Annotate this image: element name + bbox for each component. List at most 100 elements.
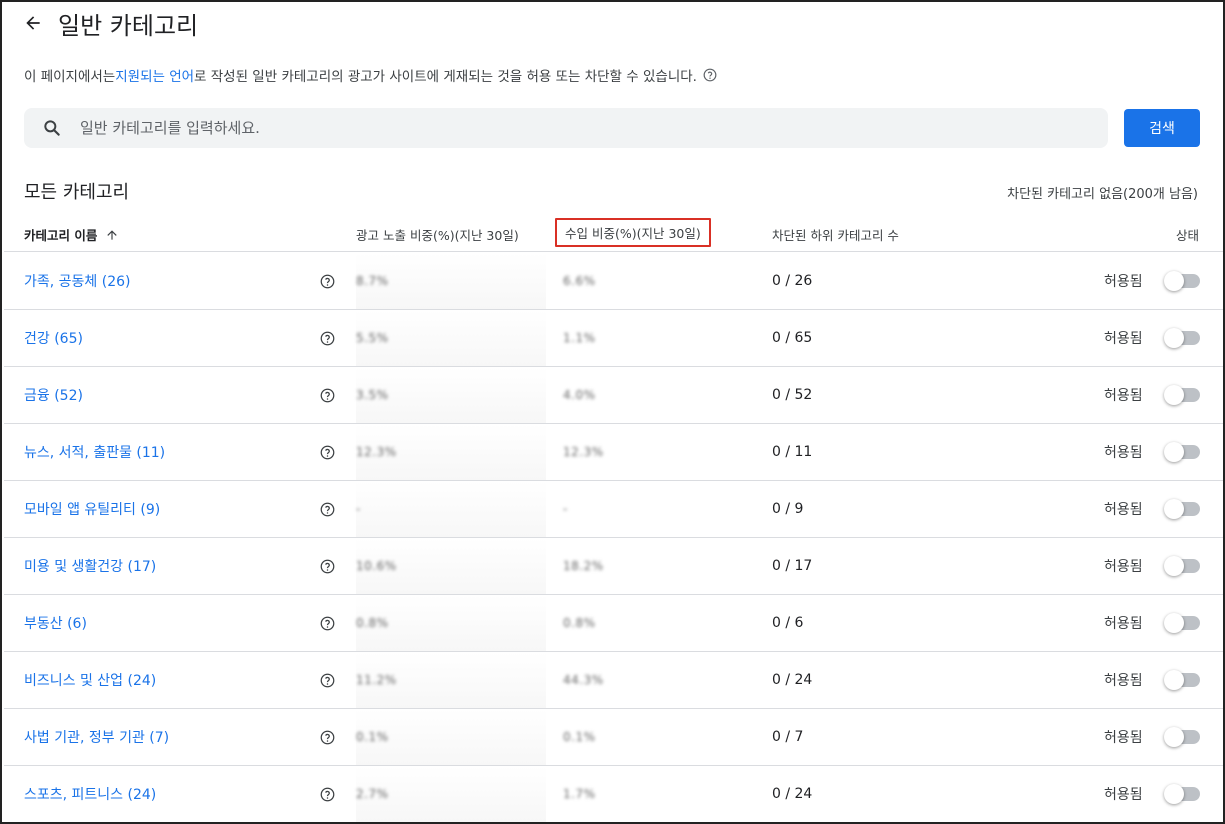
arrow-up-icon[interactable] xyxy=(105,228,119,242)
impression-share-value: 12.3% xyxy=(356,445,397,459)
toggle-knob xyxy=(1164,385,1184,405)
table-row: 부동산 (6) 0.8% 0.8% 0 / 6 허용됨 xyxy=(4,595,1223,652)
help-icon[interactable] xyxy=(320,595,335,651)
help-icon[interactable] xyxy=(320,424,335,480)
category-name-link[interactable]: 사법 기관, 정부 기관 (7) xyxy=(24,709,169,765)
toggle-knob xyxy=(1164,442,1184,462)
category-name-link[interactable]: 가족, 공동체 (26) xyxy=(24,253,131,309)
help-icon[interactable] xyxy=(320,253,335,309)
revenue-share: 6.6% xyxy=(563,253,743,309)
supported-languages-link[interactable]: 지원되는 언어 xyxy=(115,65,194,85)
help-icon[interactable] xyxy=(320,538,335,594)
blocked-subcategory-count: 0 / 17 xyxy=(772,558,813,574)
category-name-link[interactable]: 부동산 (6) xyxy=(24,595,87,651)
impression-share: 12.3% xyxy=(356,424,546,480)
status-label: 허용됨 xyxy=(1104,673,1143,689)
impression-share: 8.7% xyxy=(356,253,546,309)
status-label: 허용됨 xyxy=(1104,331,1143,347)
page-header: 일반 카테고리 xyxy=(22,6,198,40)
toggle-knob xyxy=(1164,499,1184,519)
status-label: 허용됨 xyxy=(1104,388,1143,404)
revenue-share: 0.1% xyxy=(563,709,743,765)
impression-share-value: 8.7% xyxy=(356,274,389,288)
table-row: 사법 기관, 정부 기관 (7) 0.1% 0.1% 0 / 7 허용됨 xyxy=(4,709,1223,766)
status-label: 허용됨 xyxy=(1104,730,1143,746)
column-header-revenue[interactable]: 수입 비중(%)(지난 30일) xyxy=(555,218,711,247)
help-icon[interactable] xyxy=(320,766,335,822)
status-label: 허용됨 xyxy=(1104,445,1143,461)
allow-toggle[interactable] xyxy=(1164,784,1200,804)
status-label: 허용됨 xyxy=(1104,787,1143,803)
allow-toggle[interactable] xyxy=(1164,499,1200,519)
impression-share-value: 3.5% xyxy=(356,388,389,402)
revenue-share: - xyxy=(563,481,743,537)
allow-toggle[interactable] xyxy=(1164,271,1200,291)
impression-share-value: 10.6% xyxy=(356,559,397,573)
revenue-share-value: 6.6% xyxy=(563,274,596,288)
table-row: 건강 (65) 5.5% 1.1% 0 / 65 허용됨 xyxy=(4,310,1223,367)
column-header-name[interactable]: 카테고리 이름 xyxy=(24,225,119,244)
blocked-subcategory-count: 0 / 24 xyxy=(772,786,813,802)
revenue-share-value: 18.2% xyxy=(563,559,604,573)
toggle-knob xyxy=(1164,670,1184,690)
impression-share-value: 11.2% xyxy=(356,673,397,687)
allow-toggle[interactable] xyxy=(1164,328,1200,348)
blocked-subcategory-count: 0 / 26 xyxy=(772,273,813,289)
category-name-link[interactable]: 스포츠, 피트니스 (24) xyxy=(24,766,156,822)
allow-toggle[interactable] xyxy=(1164,727,1200,747)
blocked-subcategory-count: 0 / 6 xyxy=(772,615,804,631)
status-label: 허용됨 xyxy=(1104,559,1143,575)
toggle-knob xyxy=(1164,328,1184,348)
revenue-share: 44.3% xyxy=(563,652,743,708)
help-icon[interactable] xyxy=(320,310,335,366)
table-row: 뉴스, 서적, 출판물 (11) 12.3% 12.3% 0 / 11 허용됨 xyxy=(4,424,1223,481)
impression-share: 11.2% xyxy=(356,652,546,708)
allow-toggle[interactable] xyxy=(1164,670,1200,690)
toggle-knob xyxy=(1164,271,1184,291)
back-arrow-icon[interactable] xyxy=(22,12,44,34)
table-row: 미용 및 생활건강 (17) 10.6% 18.2% 0 / 17 허용됨 xyxy=(4,538,1223,595)
blocked-subcategory-count: 0 / 11 xyxy=(772,444,813,460)
category-name-link[interactable]: 뉴스, 서적, 출판물 (11) xyxy=(24,424,165,480)
toggle-knob xyxy=(1164,556,1184,576)
column-header-impressions[interactable]: 광고 노출 비중(%)(지난 30일) xyxy=(356,225,519,244)
table-row: 비즈니스 및 산업 (24) 11.2% 44.3% 0 / 24 허용됨 xyxy=(4,652,1223,709)
revenue-share: 0.8% xyxy=(563,595,743,651)
help-icon[interactable] xyxy=(320,481,335,537)
category-search-input[interactable] xyxy=(80,119,980,137)
help-icon[interactable] xyxy=(703,68,717,82)
help-icon[interactable] xyxy=(320,652,335,708)
category-name-link[interactable]: 금융 (52) xyxy=(24,367,83,423)
description-prefix: 이 페이지에서는 xyxy=(24,69,116,85)
allow-toggle[interactable] xyxy=(1164,385,1200,405)
category-name-link[interactable]: 미용 및 생활건강 (17) xyxy=(24,538,156,594)
allow-toggle[interactable] xyxy=(1164,613,1200,633)
category-name-link[interactable]: 건강 (65) xyxy=(24,310,83,366)
section-title: 모든 카테고리 xyxy=(24,182,130,203)
category-name-link[interactable]: 비즈니스 및 산업 (24) xyxy=(24,652,156,708)
impression-share: - xyxy=(356,481,546,537)
search-button[interactable]: 검색 xyxy=(1124,109,1200,147)
status-label: 허용됨 xyxy=(1104,274,1143,290)
revenue-share: 12.3% xyxy=(563,424,743,480)
help-icon[interactable] xyxy=(320,367,335,423)
revenue-share-value: 1.7% xyxy=(563,787,596,801)
impression-share: 3.5% xyxy=(356,367,546,423)
toggle-knob xyxy=(1164,784,1184,804)
revenue-share-value: 0.1% xyxy=(563,730,596,744)
column-header-blocked-subcategories[interactable]: 차단된 하위 카테고리 수 xyxy=(772,225,899,244)
blocked-subcategory-count: 0 / 52 xyxy=(772,387,813,403)
allow-toggle[interactable] xyxy=(1164,556,1200,576)
revenue-share-value: 44.3% xyxy=(563,673,604,687)
table-row: 모바일 앱 유틸리티 (9) - - 0 / 9 허용됨 xyxy=(4,481,1223,538)
page: 일반 카테고리 이 페이지에서는 지원되는 언어 로 작성된 일반 카테고리의 … xyxy=(0,0,1225,824)
blocked-subcategory-count: 0 / 9 xyxy=(772,501,804,517)
revenue-share-value: 12.3% xyxy=(563,445,604,459)
category-name-link[interactable]: 모바일 앱 유틸리티 (9) xyxy=(24,481,160,537)
allow-toggle[interactable] xyxy=(1164,442,1200,462)
revenue-share: 1.7% xyxy=(563,766,743,822)
help-icon[interactable] xyxy=(320,709,335,765)
toggle-knob xyxy=(1164,613,1184,633)
impression-share-value: 0.8% xyxy=(356,616,389,630)
impression-share: 0.8% xyxy=(356,595,546,651)
